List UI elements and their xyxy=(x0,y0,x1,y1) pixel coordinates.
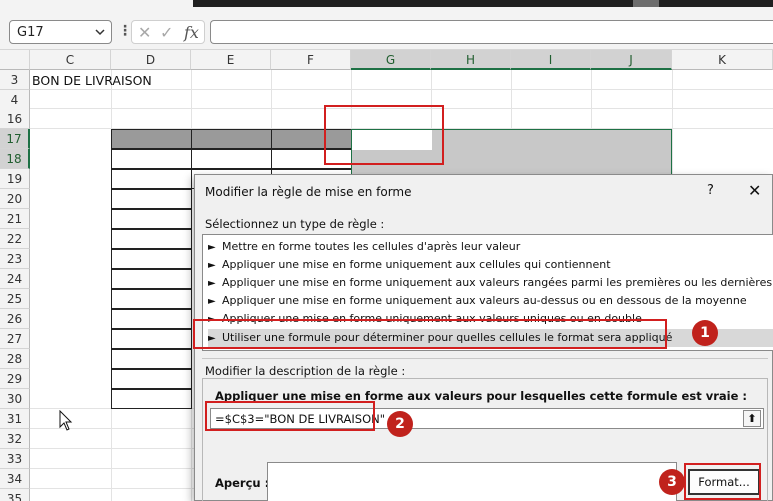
column-header-d[interactable]: D xyxy=(111,50,191,70)
column-header-c[interactable]: C xyxy=(30,50,111,70)
arrow-right-icon: ► xyxy=(208,242,216,253)
row-header-18[interactable]: 18 xyxy=(0,149,30,169)
table-cell[interactable] xyxy=(111,309,192,329)
step-badge: 3 xyxy=(659,469,685,495)
table-cell[interactable] xyxy=(111,249,192,269)
select-all-corner[interactable] xyxy=(0,50,30,70)
dialog-title: Modifier la règle de mise en forme xyxy=(205,185,412,199)
table-cell[interactable] xyxy=(111,269,192,289)
rule-type-label: Appliquer une mise en forme uniquement a… xyxy=(222,294,747,307)
row-header-27[interactable]: 27 xyxy=(0,329,30,349)
table-cell[interactable] xyxy=(111,329,192,349)
table-cell[interactable] xyxy=(111,149,192,169)
table-cell[interactable] xyxy=(111,189,192,209)
help-button[interactable]: ? xyxy=(707,183,714,198)
row-header-25[interactable]: 25 xyxy=(0,289,30,309)
rule-type-label: Mettre en forme toutes les cellules d'ap… xyxy=(222,240,521,253)
formula-input[interactable] xyxy=(210,20,773,44)
mouse-cursor-icon xyxy=(59,410,73,431)
name-box-value: G17 xyxy=(17,25,44,40)
table-cell[interactable] xyxy=(111,389,192,409)
step-badge: 1 xyxy=(692,320,718,346)
row-header-24[interactable]: 24 xyxy=(0,269,30,289)
gridline xyxy=(30,89,773,90)
column-header-j[interactable]: J xyxy=(591,50,672,70)
excel-window: G17 ⋮ ✕ ✓ fx C D E F G H I J K 3 4 16 17… xyxy=(0,0,773,501)
rule-type-item[interactable]: ► Appliquer une mise en forme uniquement … xyxy=(208,292,773,310)
formula-buttons: ✕ ✓ fx xyxy=(131,20,205,44)
row-header-22[interactable]: 22 xyxy=(0,229,30,249)
table-cell[interactable] xyxy=(111,209,192,229)
enter-icon[interactable]: ✓ xyxy=(160,23,173,42)
arrow-right-icon: ► xyxy=(208,296,216,307)
preview-label: Aperçu : xyxy=(215,476,270,490)
close-button[interactable]: ✕ xyxy=(748,181,761,200)
column-header-h[interactable]: H xyxy=(431,50,511,70)
row-header-4[interactable]: 4 xyxy=(0,90,30,110)
rule-type-item[interactable]: ► Appliquer une mise en forme uniquement … xyxy=(208,274,773,292)
name-box[interactable]: G17 xyxy=(9,20,112,44)
table-cell[interactable] xyxy=(111,229,192,249)
rule-type-label: Appliquer une mise en forme uniquement a… xyxy=(222,258,611,271)
column-header-e[interactable]: E xyxy=(191,50,271,70)
annotation-box xyxy=(684,463,761,500)
row-header-31[interactable]: 31 xyxy=(0,409,30,429)
row-header-17[interactable]: 17 xyxy=(0,129,30,149)
window-control[interactable] xyxy=(633,0,659,7)
table-cell[interactable] xyxy=(191,149,272,169)
column-header-f[interactable]: F xyxy=(271,50,351,70)
chevron-down-icon[interactable] xyxy=(93,23,107,41)
title-bar-strip xyxy=(0,0,773,9)
arrow-right-icon: ► xyxy=(208,278,216,289)
table-header-cell[interactable] xyxy=(191,129,272,149)
step-badge: 2 xyxy=(387,411,413,437)
cancel-icon[interactable]: ✕ xyxy=(138,23,151,42)
row-header-26[interactable]: 26 xyxy=(0,309,30,329)
row-header-19[interactable]: 19 xyxy=(0,169,30,189)
table-header-cell[interactable] xyxy=(111,129,192,149)
rule-type-item[interactable]: ► Mettre en forme toutes les cellules d'a… xyxy=(208,238,773,256)
formula-bar: G17 ⋮ ✕ ✓ fx xyxy=(0,9,773,50)
window-bar xyxy=(193,0,773,7)
insert-function-icon[interactable]: fx xyxy=(184,23,199,42)
annotation-box xyxy=(205,401,375,431)
row-header-21[interactable]: 21 xyxy=(0,209,30,229)
rule-type-label: Appliquer une mise en forme uniquement a… xyxy=(222,276,773,289)
row-header-35[interactable]: 35 xyxy=(0,489,30,501)
more-options-icon[interactable]: ⋮ xyxy=(118,23,132,39)
row-header-23[interactable]: 23 xyxy=(0,249,30,269)
row-header-16[interactable]: 16 xyxy=(0,109,30,129)
description-label: Modifier la description de la règle : xyxy=(205,364,406,378)
table-cell[interactable] xyxy=(111,289,192,309)
row-header-20[interactable]: 20 xyxy=(0,189,30,209)
table-cell[interactable] xyxy=(111,369,192,389)
preview-box xyxy=(267,462,677,501)
range-picker-icon[interactable]: ⬆ xyxy=(743,410,761,427)
table-cell[interactable] xyxy=(111,169,192,189)
row-header-30[interactable]: 30 xyxy=(0,389,30,409)
annotation-box xyxy=(324,105,444,165)
row-header-3[interactable]: 3 xyxy=(0,70,30,90)
cell-c3[interactable]: BON DE LIVRAISON xyxy=(32,73,152,88)
column-header-k[interactable]: K xyxy=(672,50,773,70)
divider xyxy=(202,358,768,359)
row-header-28[interactable]: 28 xyxy=(0,349,30,369)
row-header-34[interactable]: 34 xyxy=(0,469,30,489)
column-header-g[interactable]: G xyxy=(351,50,431,70)
arrow-right-icon: ► xyxy=(208,260,216,271)
annotation-box xyxy=(193,319,667,349)
column-header-i[interactable]: I xyxy=(511,50,591,70)
rule-type-item[interactable]: ► Appliquer une mise en forme uniquement … xyxy=(208,256,773,274)
row-header-29[interactable]: 29 xyxy=(0,369,30,389)
rule-type-label: Sélectionnez un type de règle : xyxy=(205,217,385,231)
table-cell[interactable] xyxy=(111,349,192,369)
row-header-33[interactable]: 33 xyxy=(0,449,30,469)
row-header-32[interactable]: 32 xyxy=(0,429,30,449)
